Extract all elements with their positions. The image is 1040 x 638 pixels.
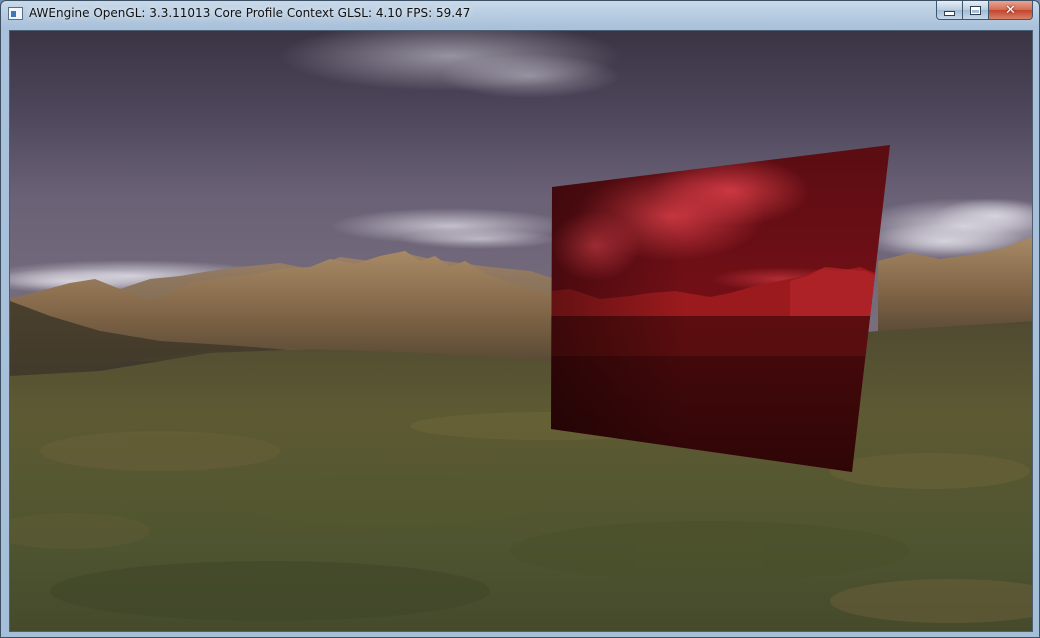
application-window-icon[interactable] <box>8 7 23 20</box>
window-title: AWEngine OpenGL: 3.3.11013 Core Profile … <box>29 6 471 20</box>
render-viewport[interactable] <box>9 30 1033 632</box>
close-icon: ✕ <box>1005 2 1016 18</box>
rendered-scene <box>10 31 1032 631</box>
minimize-icon <box>944 10 955 16</box>
caption-buttons: ✕ <box>936 1 1033 20</box>
maximize-icon <box>970 5 981 15</box>
title-bar[interactable]: AWEngine OpenGL: 3.3.11013 Core Profile … <box>1 1 1039 27</box>
maximize-button[interactable] <box>962 1 988 20</box>
close-button[interactable]: ✕ <box>988 1 1033 20</box>
app-window: AWEngine OpenGL: 3.3.11013 Core Profile … <box>0 0 1040 638</box>
minimize-button[interactable] <box>936 1 962 20</box>
